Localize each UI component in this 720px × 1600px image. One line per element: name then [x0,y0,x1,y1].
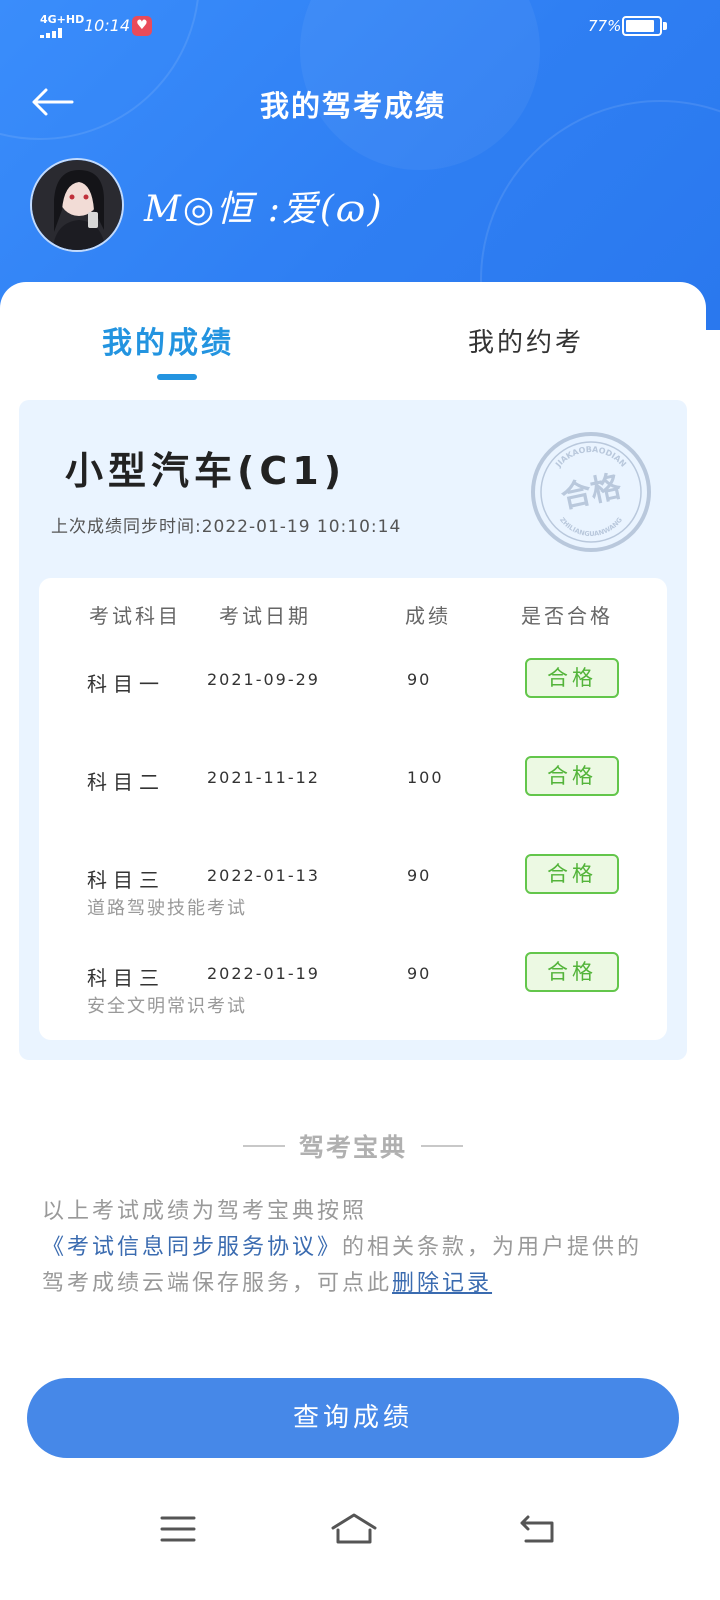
header-date: 考试日期 [219,604,311,628]
header: 4G+HD 10:14 ♥ 77% 我的驾考成绩 M◎恒 :爱(ɷ) [0,0,720,330]
header-passed: 是否合格 [521,604,613,628]
system-nav-bar [0,1490,720,1580]
username: M◎恒 :爱(ɷ) [144,189,384,230]
license-type: 小型汽车(C1) [65,449,347,493]
table-row-date: 2022-01-13 [207,866,320,885]
menu-button[interactable] [148,1506,208,1552]
score-table: 考试科目 考试日期 成绩 是否合格 科目一 2021-09-29 90 合格 科… [39,578,667,1040]
divider-line [242,1145,285,1147]
agreement-link[interactable]: 《考试信息同步服务协议》 [42,1235,342,1260]
page-title: 我的驾考成绩 [259,89,446,123]
table-row-subject: 科目二 [87,770,165,794]
table-row-score: 90 [407,866,432,885]
tab-active-indicator [157,374,197,380]
battery-icon [622,16,662,36]
pass-badge: 合格 [525,854,619,894]
delete-record-link[interactable]: 删除记录 [392,1271,492,1296]
home-icon [331,1513,377,1544]
divider-line [421,1145,463,1147]
table-row-score: 90 [407,670,432,689]
disclaimer-text-before: 以上考试成绩为驾考宝典按照 [42,1199,368,1224]
app-notification-icon: ♥ [132,16,152,36]
pass-badge: 合格 [525,756,619,796]
table-row-subtitle: 道路驾驶技能考试 [87,898,247,919]
network-indicator: 4G+HD [40,13,85,26]
table-row-subject: 科目一 [87,672,165,696]
stamp-bottom-text: ZHILIANGUANWANG [558,516,624,538]
table-row-score: 90 [407,964,432,983]
header-subject: 考试科目 [89,604,181,628]
license-card: 小型汽车(C1) 上次成绩同步时间:2022-01-19 10:10:14 JI… [19,400,687,1060]
brand-name: 驾考宝典 [298,1133,407,1162]
header-score: 成绩 [405,604,451,628]
table-row-subject: 科目三 [87,868,165,892]
table-row-date: 2021-11-12 [207,768,320,787]
status-bar: 4G+HD 10:14 ♥ 77% [0,0,720,56]
table-row-subtitle: 安全文明常识考试 [87,996,247,1017]
svg-text:ZHILIANGUANWANG: ZHILIANGUANWANG [558,516,624,538]
query-scores-button[interactable]: 查询成绩 [27,1378,679,1458]
pass-stamp-icon: JIAKAOBAODIAN ZHILIANGUANWANG 合格 [531,432,651,552]
sync-time: 上次成绩同步时间:2022-01-19 10:10:14 [51,517,402,537]
back-icon [520,1515,554,1543]
avatar[interactable] [30,158,124,252]
pass-badge: 合格 [525,658,619,698]
pass-badge: 合格 [525,952,619,992]
home-button[interactable] [324,1506,384,1552]
tab-my-scores[interactable]: 我的成绩 [102,318,234,362]
menu-icon [160,1516,196,1542]
status-time: 10:14 [84,16,131,35]
brand-divider: 驾考宝典 [0,1128,706,1164]
table-row-date: 2021-09-29 [207,670,320,689]
main-content: 我的成绩 我的约考 小型汽车(C1) 上次成绩同步时间:2022-01-19 1… [0,282,706,1600]
table-row-date: 2022-01-19 [207,964,320,983]
disclaimer-text: 以上考试成绩为驾考宝典按照《考试信息同步服务协议》的相关条款，为用户提供的驾考成… [42,1194,666,1302]
stamp-text: 合格 [558,469,625,516]
table-row-score: 100 [407,768,444,787]
system-back-button[interactable] [508,1506,568,1552]
battery-percent: 77% [588,17,622,35]
signal-icon [40,28,62,38]
battery-cap [663,22,667,30]
table-row-subject: 科目三 [87,966,165,990]
tab-my-booking[interactable]: 我的约考 [468,322,584,359]
